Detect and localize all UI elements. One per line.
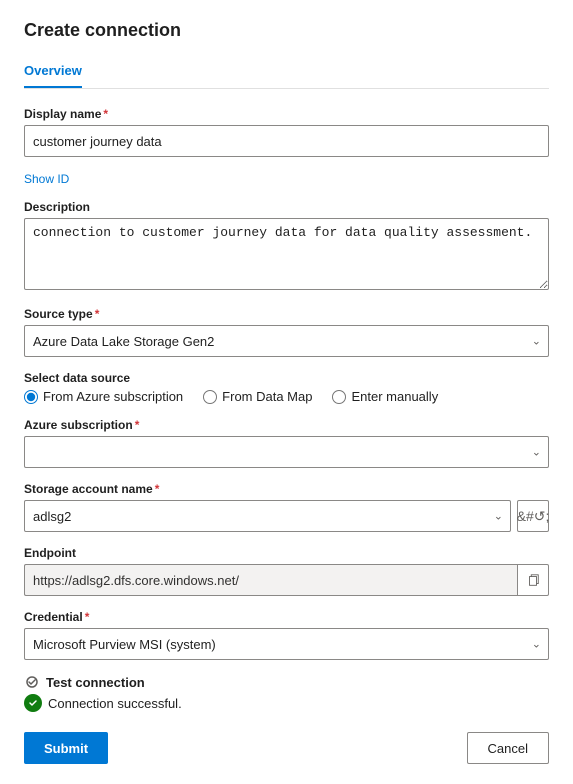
description-input[interactable] bbox=[24, 218, 549, 290]
endpoint-group: Endpoint bbox=[24, 546, 549, 596]
source-type-select-wrapper: Azure Data Lake Storage Gen2 ⌄ bbox=[24, 325, 549, 357]
connection-success-icon bbox=[24, 694, 42, 712]
radio-from-data-map-input[interactable] bbox=[203, 390, 217, 404]
test-connection-text: Test connection bbox=[46, 675, 145, 690]
tab-overview[interactable]: Overview bbox=[24, 57, 82, 88]
page-title: Create connection bbox=[24, 20, 549, 41]
description-label: Description bbox=[24, 200, 549, 214]
radio-from-data-map-label: From Data Map bbox=[222, 389, 312, 404]
display-name-label: Display name* bbox=[24, 107, 549, 121]
source-type-select[interactable]: Azure Data Lake Storage Gen2 bbox=[24, 325, 549, 357]
storage-account-select-wrapper: adlsg2 ⌄ bbox=[24, 500, 511, 532]
radio-enter-manually-label: Enter manually bbox=[351, 389, 438, 404]
show-id-link[interactable]: Show ID bbox=[24, 172, 69, 186]
test-connection-section: Test connection Connection successful. bbox=[24, 674, 549, 712]
source-type-group: Source type* Azure Data Lake Storage Gen… bbox=[24, 307, 549, 357]
radio-azure-subscription[interactable]: From Azure subscription bbox=[24, 389, 183, 404]
description-group: Description bbox=[24, 200, 549, 293]
select-data-source-group: Select data source From Azure subscripti… bbox=[24, 371, 549, 404]
test-connection-label: Test connection bbox=[24, 674, 549, 690]
data-source-radio-group: From Azure subscription From Data Map En… bbox=[24, 389, 549, 404]
storage-account-select[interactable]: adlsg2 bbox=[24, 500, 511, 532]
display-name-group: Display name* bbox=[24, 107, 549, 157]
source-type-label: Source type* bbox=[24, 307, 549, 321]
tab-bar: Overview bbox=[24, 57, 549, 89]
storage-account-label: Storage account name* bbox=[24, 482, 549, 496]
cancel-button[interactable]: Cancel bbox=[467, 732, 549, 764]
radio-from-data-map[interactable]: From Data Map bbox=[203, 389, 312, 404]
credential-select[interactable]: Microsoft Purview MSI (system) bbox=[24, 628, 549, 660]
azure-subscription-label: Azure subscription* bbox=[24, 418, 549, 432]
connection-status: Connection successful. bbox=[24, 694, 549, 712]
copy-icon bbox=[526, 573, 540, 587]
refresh-icon: &#↺; bbox=[517, 508, 550, 525]
select-data-source-label: Select data source bbox=[24, 371, 549, 385]
radio-enter-manually[interactable]: Enter manually bbox=[332, 389, 438, 404]
refresh-button[interactable]: &#↺; bbox=[517, 500, 549, 532]
display-name-required: * bbox=[103, 107, 108, 121]
connection-status-text: Connection successful. bbox=[48, 696, 182, 711]
storage-account-row: adlsg2 ⌄ &#↺; bbox=[24, 500, 549, 532]
radio-azure-subscription-label: From Azure subscription bbox=[43, 389, 183, 404]
credential-select-wrapper: Microsoft Purview MSI (system) ⌄ bbox=[24, 628, 549, 660]
submit-button[interactable]: Submit bbox=[24, 732, 108, 764]
test-connection-icon bbox=[24, 674, 40, 690]
azure-subscription-select[interactable] bbox=[24, 436, 549, 468]
endpoint-label: Endpoint bbox=[24, 546, 549, 560]
azure-subscription-group: Azure subscription* ⌄ bbox=[24, 418, 549, 468]
footer-buttons: Submit Cancel bbox=[24, 732, 549, 764]
copy-button[interactable] bbox=[517, 564, 549, 596]
storage-account-group: Storage account name* adlsg2 ⌄ &#↺; bbox=[24, 482, 549, 532]
azure-subscription-select-wrapper: ⌄ bbox=[24, 436, 549, 468]
credential-label: Credential* bbox=[24, 610, 549, 624]
radio-enter-manually-input[interactable] bbox=[332, 390, 346, 404]
endpoint-row bbox=[24, 564, 549, 596]
checkmark-icon bbox=[28, 698, 38, 708]
radio-azure-subscription-input[interactable] bbox=[24, 390, 38, 404]
credential-group: Credential* Microsoft Purview MSI (syste… bbox=[24, 610, 549, 660]
display-name-input[interactable] bbox=[24, 125, 549, 157]
endpoint-input bbox=[24, 564, 517, 596]
